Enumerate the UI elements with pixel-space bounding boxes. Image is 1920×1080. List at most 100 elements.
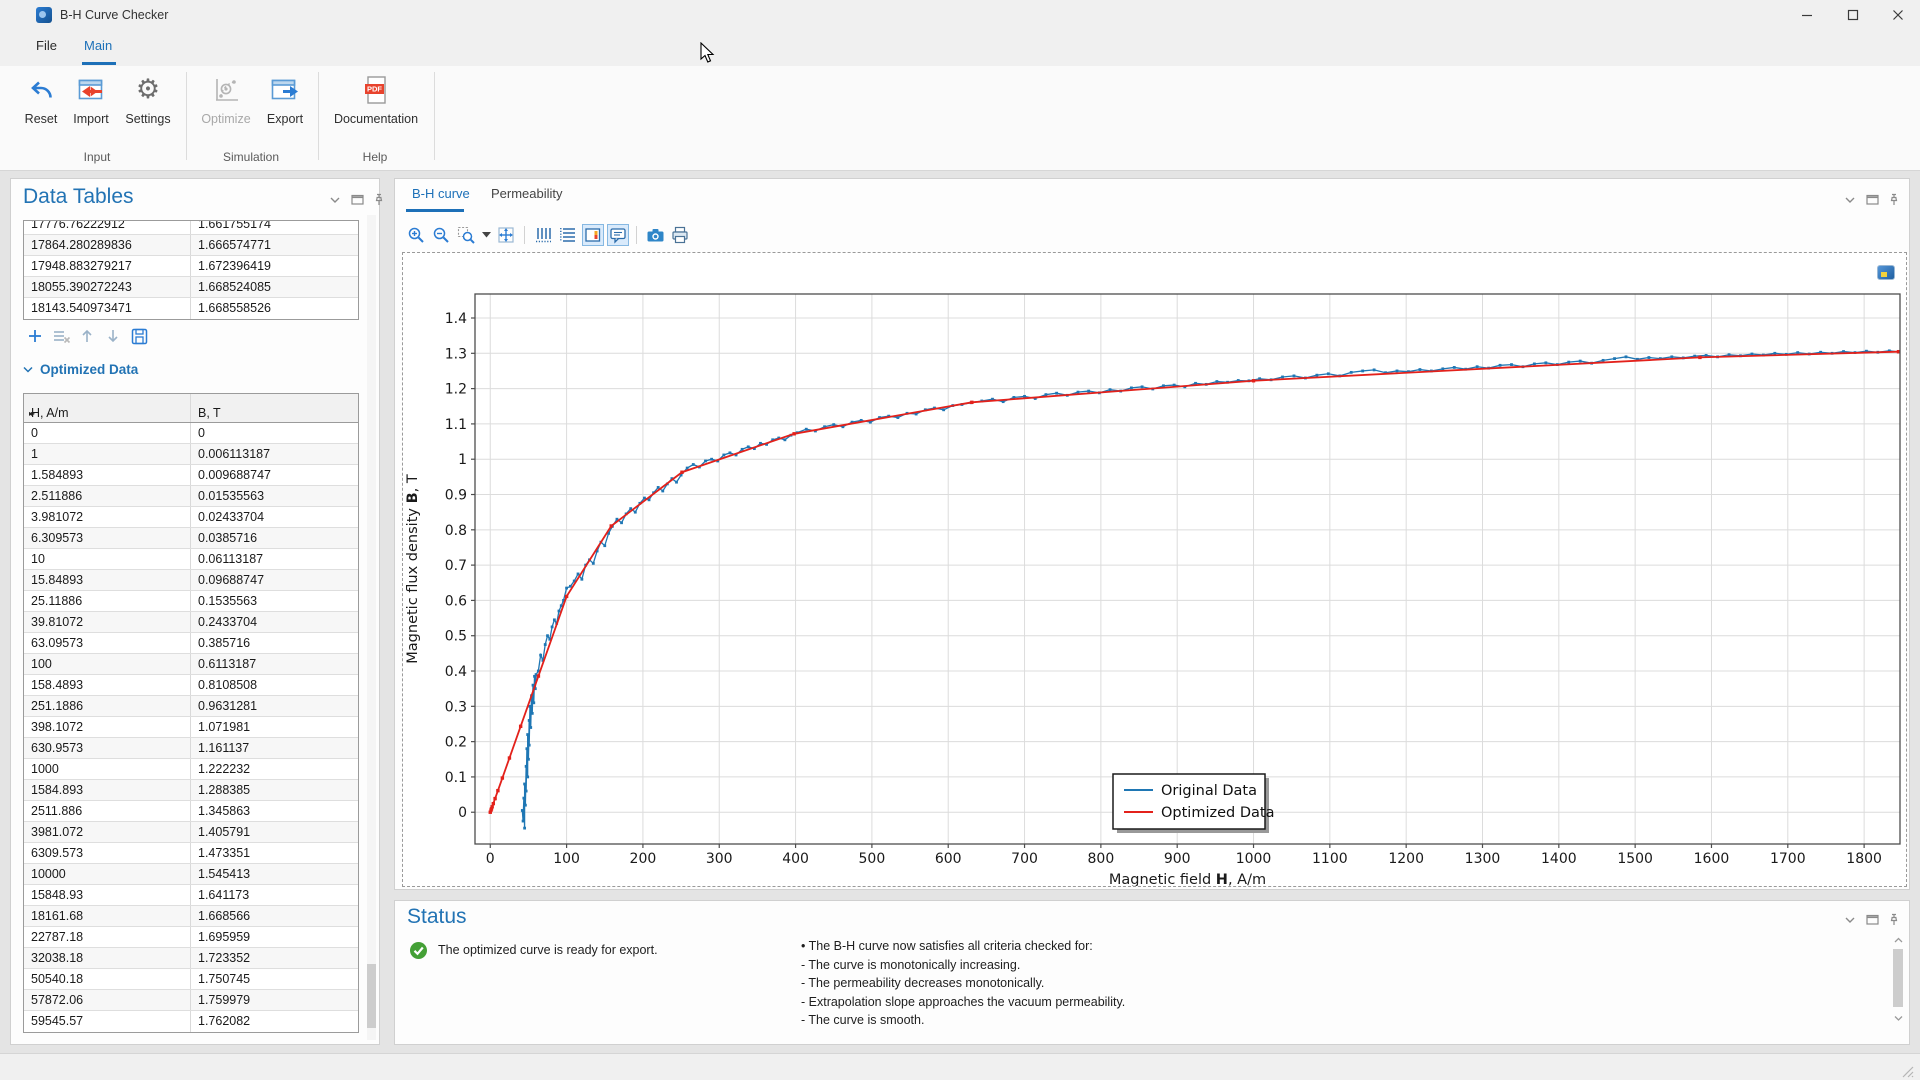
table-cell[interactable]: 59545.57	[24, 1011, 191, 1032]
tab-permeability[interactable]: Permeability	[491, 186, 563, 201]
table-cell[interactable]: 1.473351	[191, 843, 358, 863]
table-cell[interactable]: 1000	[24, 759, 191, 779]
table-cell[interactable]: 3.981072	[24, 507, 191, 527]
table-cell[interactable]: 1.668558526	[191, 298, 358, 319]
table-row[interactable]: 57872.061.759979	[24, 990, 358, 1011]
table-cell[interactable]: 1.345863	[191, 801, 358, 821]
zoom-in-button[interactable]	[405, 224, 427, 246]
close-button[interactable]	[1876, 0, 1920, 30]
table-cell[interactable]: 1.641173	[191, 885, 358, 905]
table-row[interactable]: 100.06113187	[24, 549, 358, 570]
x-gridlines-button[interactable]	[532, 224, 554, 246]
table-row[interactable]: 10001.222232	[24, 759, 358, 780]
table-cell[interactable]: 6.309573	[24, 528, 191, 548]
zoom-out-button[interactable]	[430, 224, 452, 246]
y-gridlines-button[interactable]	[557, 224, 579, 246]
table-cell[interactable]: 1.762082	[191, 1011, 358, 1032]
table-cell[interactable]: 22787.18	[24, 927, 191, 947]
table-cell[interactable]: 0.6113187	[191, 654, 358, 674]
table-row[interactable]: 32038.181.723352	[24, 948, 358, 969]
table-cell[interactable]: 1.405791	[191, 822, 358, 842]
scrollbar-thumb[interactable]	[1893, 949, 1903, 1007]
table-row[interactable]: 2511.8861.345863	[24, 801, 358, 822]
table-cell[interactable]: 0	[191, 423, 358, 443]
left-panel-scrollbar[interactable]	[367, 215, 376, 1040]
collapse-chevron-icon[interactable]	[1844, 196, 1856, 204]
table-row[interactable]: 00	[24, 423, 358, 444]
table-cell[interactable]: 0.009688747	[191, 465, 358, 485]
table-row[interactable]: 6309.5731.473351	[24, 843, 358, 864]
clear-table-button[interactable]	[51, 326, 71, 346]
table-row[interactable]: 17776.762229121.661755174	[24, 220, 358, 235]
resize-grip-icon[interactable]	[1902, 1066, 1914, 1078]
table-cell[interactable]: 10	[24, 549, 191, 569]
zoom-box-button[interactable]	[455, 224, 477, 246]
zoom-dropdown-caret[interactable]	[480, 224, 492, 246]
table-cell[interactable]: 0.02433704	[191, 507, 358, 527]
float-window-icon[interactable]	[351, 194, 364, 205]
table-cell[interactable]: 17948.883279217	[24, 256, 191, 276]
snapshot-button[interactable]	[644, 224, 666, 246]
input-data-table[interactable]: 17776.762229121.66175517417864.280289836…	[23, 220, 359, 320]
menu-main[interactable]: Main	[84, 38, 112, 53]
table-cell[interactable]: 10000	[24, 864, 191, 884]
table-cell[interactable]: 3981.072	[24, 822, 191, 842]
table-cell[interactable]: 1.222232	[191, 759, 358, 779]
float-window-icon[interactable]	[1866, 914, 1879, 925]
table-cell[interactable]: 1.071981	[191, 717, 358, 737]
table-cell[interactable]: 158.4893	[24, 675, 191, 695]
table-cell[interactable]: 0.06113187	[191, 549, 358, 569]
table-cell[interactable]: 1.750745	[191, 969, 358, 989]
table-cell[interactable]: 50540.18	[24, 969, 191, 989]
table-cell[interactable]: 251.1886	[24, 696, 191, 716]
table-cell[interactable]: 1.668524085	[191, 277, 358, 297]
table-row[interactable]: 3.9810720.02433704	[24, 507, 358, 528]
tab-bh-curve[interactable]: B-H curve	[412, 186, 470, 201]
table-row[interactable]: 17864.2802898361.666574771	[24, 235, 358, 256]
settings-button[interactable]: ⚙ Settings	[122, 74, 174, 126]
table-cell[interactable]: 1.759979	[191, 990, 358, 1010]
scroll-up-icon[interactable]	[1894, 937, 1903, 944]
table-cell[interactable]: 1.668566	[191, 906, 358, 926]
table-cell[interactable]: 0.09688747	[191, 570, 358, 590]
reset-button[interactable]: Reset	[18, 74, 64, 126]
table-cell[interactable]: 57872.06	[24, 990, 191, 1010]
table-cell[interactable]: 630.9573	[24, 738, 191, 758]
table-cell[interactable]: 0.0385716	[191, 528, 358, 548]
optimized-data-section-header[interactable]: Optimized Data	[23, 362, 138, 377]
table-row[interactable]: 63.095730.385716	[24, 633, 358, 654]
export-button[interactable]: Export	[262, 74, 308, 126]
table-cell[interactable]: 0.9631281	[191, 696, 358, 716]
table-row[interactable]: 25.118860.1535563	[24, 591, 358, 612]
table-cell[interactable]: 63.09573	[24, 633, 191, 653]
table-cell[interactable]: 39.81072	[24, 612, 191, 632]
table-cell[interactable]: 0.1535563	[191, 591, 358, 611]
status-scrollbar[interactable]	[1893, 937, 1904, 1033]
table-cell[interactable]: 18055.390272243	[24, 277, 191, 297]
table-cell[interactable]: 0	[24, 423, 191, 443]
table-row[interactable]: 3981.0721.405791	[24, 822, 358, 843]
bh-curve-plot-canvas[interactable]: 0100200300400500600700800900100011001200…	[403, 253, 1906, 886]
table-row[interactable]: 22787.181.695959	[24, 927, 358, 948]
table-row[interactable]: 1584.8931.288385	[24, 780, 358, 801]
table-cell[interactable]: 15.84893	[24, 570, 191, 590]
table-cell[interactable]: 2.511886	[24, 486, 191, 506]
collapse-chevron-icon[interactable]	[1844, 916, 1856, 924]
table-cell[interactable]: 18143.540973471	[24, 298, 191, 319]
tooltip-toggle-button[interactable]	[607, 224, 629, 246]
table-cell[interactable]: 1.161137	[191, 738, 358, 758]
table-row[interactable]: 18143.5409734711.668558526	[24, 298, 358, 319]
table-cell[interactable]: 1.584893	[24, 465, 191, 485]
table-cell[interactable]: 398.1072	[24, 717, 191, 737]
table-cell[interactable]: 15848.93	[24, 885, 191, 905]
add-row-button[interactable]	[25, 326, 45, 346]
minimize-button[interactable]	[1785, 0, 1829, 30]
table-row[interactable]: 15.848930.09688747	[24, 570, 358, 591]
table-row[interactable]: 251.18860.9631281	[24, 696, 358, 717]
table-cell[interactable]: 100	[24, 654, 191, 674]
table-row[interactable]: 50540.181.750745	[24, 969, 358, 990]
table-row[interactable]: 158.48930.8108508	[24, 675, 358, 696]
import-button[interactable]: Import	[68, 74, 114, 126]
table-cell[interactable]: 25.11886	[24, 591, 191, 611]
table-cell[interactable]: 1584.893	[24, 780, 191, 800]
